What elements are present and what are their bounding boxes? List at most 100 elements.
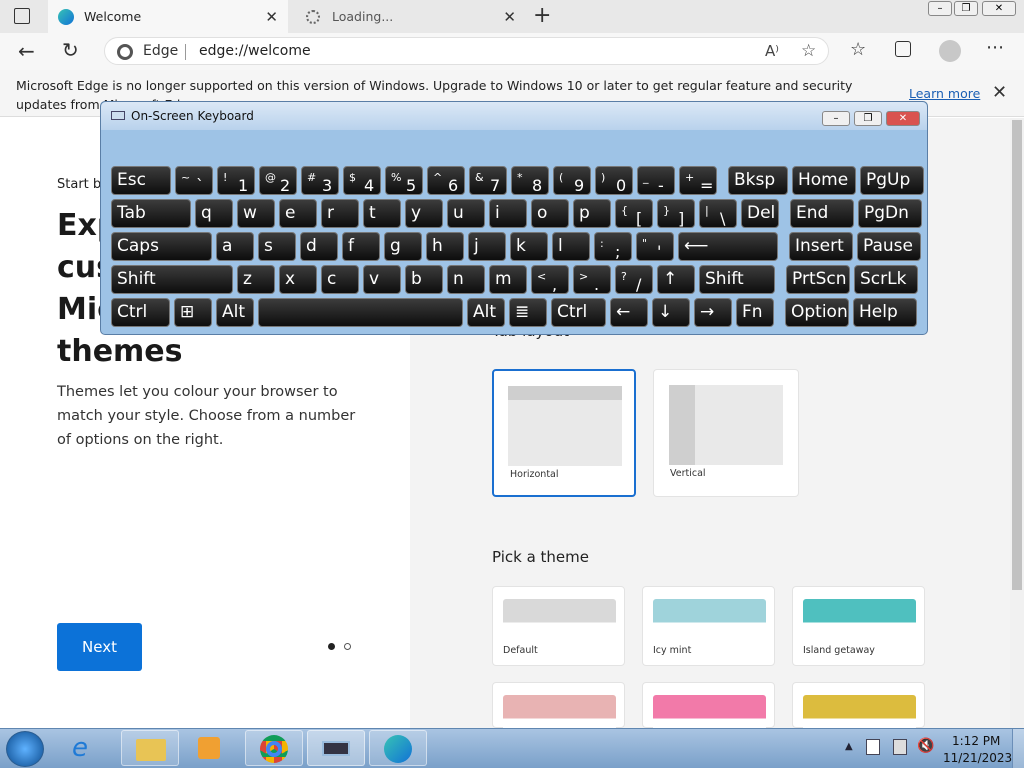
osk-key[interactable]: ! 1 <box>217 166 255 195</box>
osk-key[interactable]: <, <box>531 265 569 294</box>
osk-key[interactable]: r <box>321 199 359 228</box>
osk-minimize-icon[interactable]: – <box>822 111 850 126</box>
osk-key[interactable]: ^ 6 <box>427 166 465 195</box>
osk-key[interactable]: o <box>531 199 569 228</box>
osk-key[interactable]: ? / <box>615 265 653 294</box>
osk-key[interactable]: (9 <box>553 166 591 195</box>
theme-card[interactable]: Island getaway <box>792 586 925 666</box>
osk-key[interactable]: * 8 <box>511 166 549 195</box>
next-button[interactable]: Next <box>57 623 142 671</box>
restore-icon[interactable]: ❐ <box>954 1 978 16</box>
new-tab-icon[interactable]: + <box>533 3 551 28</box>
osk-key[interactable]: l <box>552 232 590 261</box>
learn-more-link[interactable]: Learn more <box>909 86 980 101</box>
osk-key[interactable] <box>258 298 463 327</box>
theme-card[interactable] <box>642 682 775 737</box>
osk-key[interactable]: ) 0 <box>595 166 633 195</box>
osk-key[interactable]: End <box>790 199 854 228</box>
close-window-icon[interactable]: ✕ <box>982 1 1016 16</box>
edge-taskbar-icon[interactable] <box>369 730 427 766</box>
close-infobar-icon[interactable]: ✕ <box>992 82 1007 103</box>
close-tab-icon[interactable]: ✕ <box>503 8 516 26</box>
volume-icon[interactable]: 🔇 <box>917 738 934 754</box>
osk-key[interactable]: p <box>573 199 611 228</box>
osk-key[interactable]: Pause <box>857 232 921 261</box>
osk-key[interactable]: " ' <box>636 232 674 261</box>
theme-card[interactable]: Default <box>492 586 625 666</box>
osk-key[interactable]: ScrLk <box>854 265 918 294</box>
osk-key[interactable]: }] <box>657 199 695 228</box>
osk-key[interactable]: Esc <box>111 166 171 195</box>
osk-key[interactable]: g <box>384 232 422 261</box>
osk-key[interactable]: → <box>694 298 732 327</box>
osk-key[interactable]: #3 <box>301 166 339 195</box>
osk-key[interactable]: s <box>258 232 296 261</box>
address-bar[interactable]: Edge edge://welcome A⁾ ☆ <box>104 37 829 65</box>
theme-card[interactable] <box>792 682 925 737</box>
osk-key[interactable]: Shift <box>111 265 233 294</box>
layout-card-horizontal[interactable]: Horizontal <box>492 369 636 497</box>
more-menu-icon[interactable]: ⋯ <box>986 37 1004 58</box>
media-player-icon[interactable] <box>198 737 220 759</box>
osk-key[interactable]: n <box>447 265 485 294</box>
osk-key[interactable]: k <box>510 232 548 261</box>
osk-key[interactable]: ⊞ <box>174 298 212 327</box>
osk-key[interactable]: x <box>279 265 317 294</box>
osk-key[interactable]: a <box>216 232 254 261</box>
osk-restore-icon[interactable]: ❐ <box>854 111 882 126</box>
osk-taskbar-icon[interactable] <box>307 730 365 766</box>
osk-key[interactable]: Shift <box>699 265 775 294</box>
osk-key[interactable]: >. <box>573 265 611 294</box>
osk-key[interactable]: Ctrl <box>551 298 606 327</box>
osk-key[interactable]: q <box>195 199 233 228</box>
osk-key[interactable]: b <box>405 265 443 294</box>
osk-key[interactable]: y <box>405 199 443 228</box>
clock-time[interactable]: 1:12 PM <box>952 734 1000 748</box>
network-icon[interactable] <box>893 739 907 755</box>
osk-key[interactable]: $4 <box>343 166 381 195</box>
osk-key[interactable]: Alt <box>467 298 505 327</box>
osk-key[interactable]: ↓ <box>652 298 690 327</box>
osk-key[interactable]: @2 <box>259 166 297 195</box>
minimize-icon[interactable]: – <box>928 1 952 16</box>
osk-key[interactable]: :; <box>594 232 632 261</box>
explorer-icon[interactable] <box>121 730 179 766</box>
osk-key[interactable]: Home <box>792 166 856 195</box>
layout-card-vertical[interactable]: Vertical <box>653 369 799 497</box>
close-tab-icon[interactable]: ✕ <box>265 8 278 26</box>
osk-key[interactable]: Tab <box>111 199 191 228</box>
osk-key[interactable]: Ctrl <box>111 298 170 327</box>
osk-key[interactable]: Bksp <box>728 166 788 195</box>
osk-key[interactable]: h <box>426 232 464 261</box>
read-aloud-icon[interactable]: A⁾ <box>765 42 779 60</box>
profile-avatar[interactable] <box>939 40 961 62</box>
favorites-icon[interactable]: ☆ <box>850 39 866 60</box>
theme-card[interactable]: Icy mint <box>642 586 775 666</box>
scrollbar[interactable] <box>1010 118 1024 728</box>
collections-icon[interactable] <box>895 41 911 57</box>
osk-key[interactable]: Caps <box>111 232 212 261</box>
refresh-icon[interactable]: ↻ <box>62 38 79 62</box>
show-hidden-icons[interactable]: ▲ <box>845 741 853 752</box>
osk-key[interactable]: z <box>237 265 275 294</box>
add-favorite-icon[interactable]: ☆ <box>801 41 816 61</box>
osk-key[interactable]: f <box>342 232 380 261</box>
osk-key[interactable]: PgUp <box>860 166 924 195</box>
osk-close-icon[interactable]: ✕ <box>886 111 920 126</box>
osk-key[interactable]: {[ <box>615 199 653 228</box>
osk-key[interactable]: i <box>489 199 527 228</box>
osk-key[interactable]: d <box>300 232 338 261</box>
osk-key[interactable]: j <box>468 232 506 261</box>
ie-icon[interactable]: e <box>72 733 88 763</box>
osk-title-bar[interactable]: On-Screen Keyboard – ❐ ✕ <box>101 102 927 130</box>
osk-key[interactable]: ← <box>610 298 648 327</box>
osk-key[interactable]: | \ <box>699 199 737 228</box>
clock-date[interactable]: 11/21/2023 <box>943 751 1012 765</box>
osk-key[interactable]: + = <box>679 166 717 195</box>
osk-key[interactable]: ≣ <box>509 298 547 327</box>
back-icon[interactable]: ← <box>18 39 35 63</box>
osk-key[interactable]: c <box>321 265 359 294</box>
page-dot-active[interactable] <box>328 643 335 650</box>
tab-actions-icon[interactable] <box>14 8 30 24</box>
scrollbar-thumb[interactable] <box>1012 120 1022 590</box>
